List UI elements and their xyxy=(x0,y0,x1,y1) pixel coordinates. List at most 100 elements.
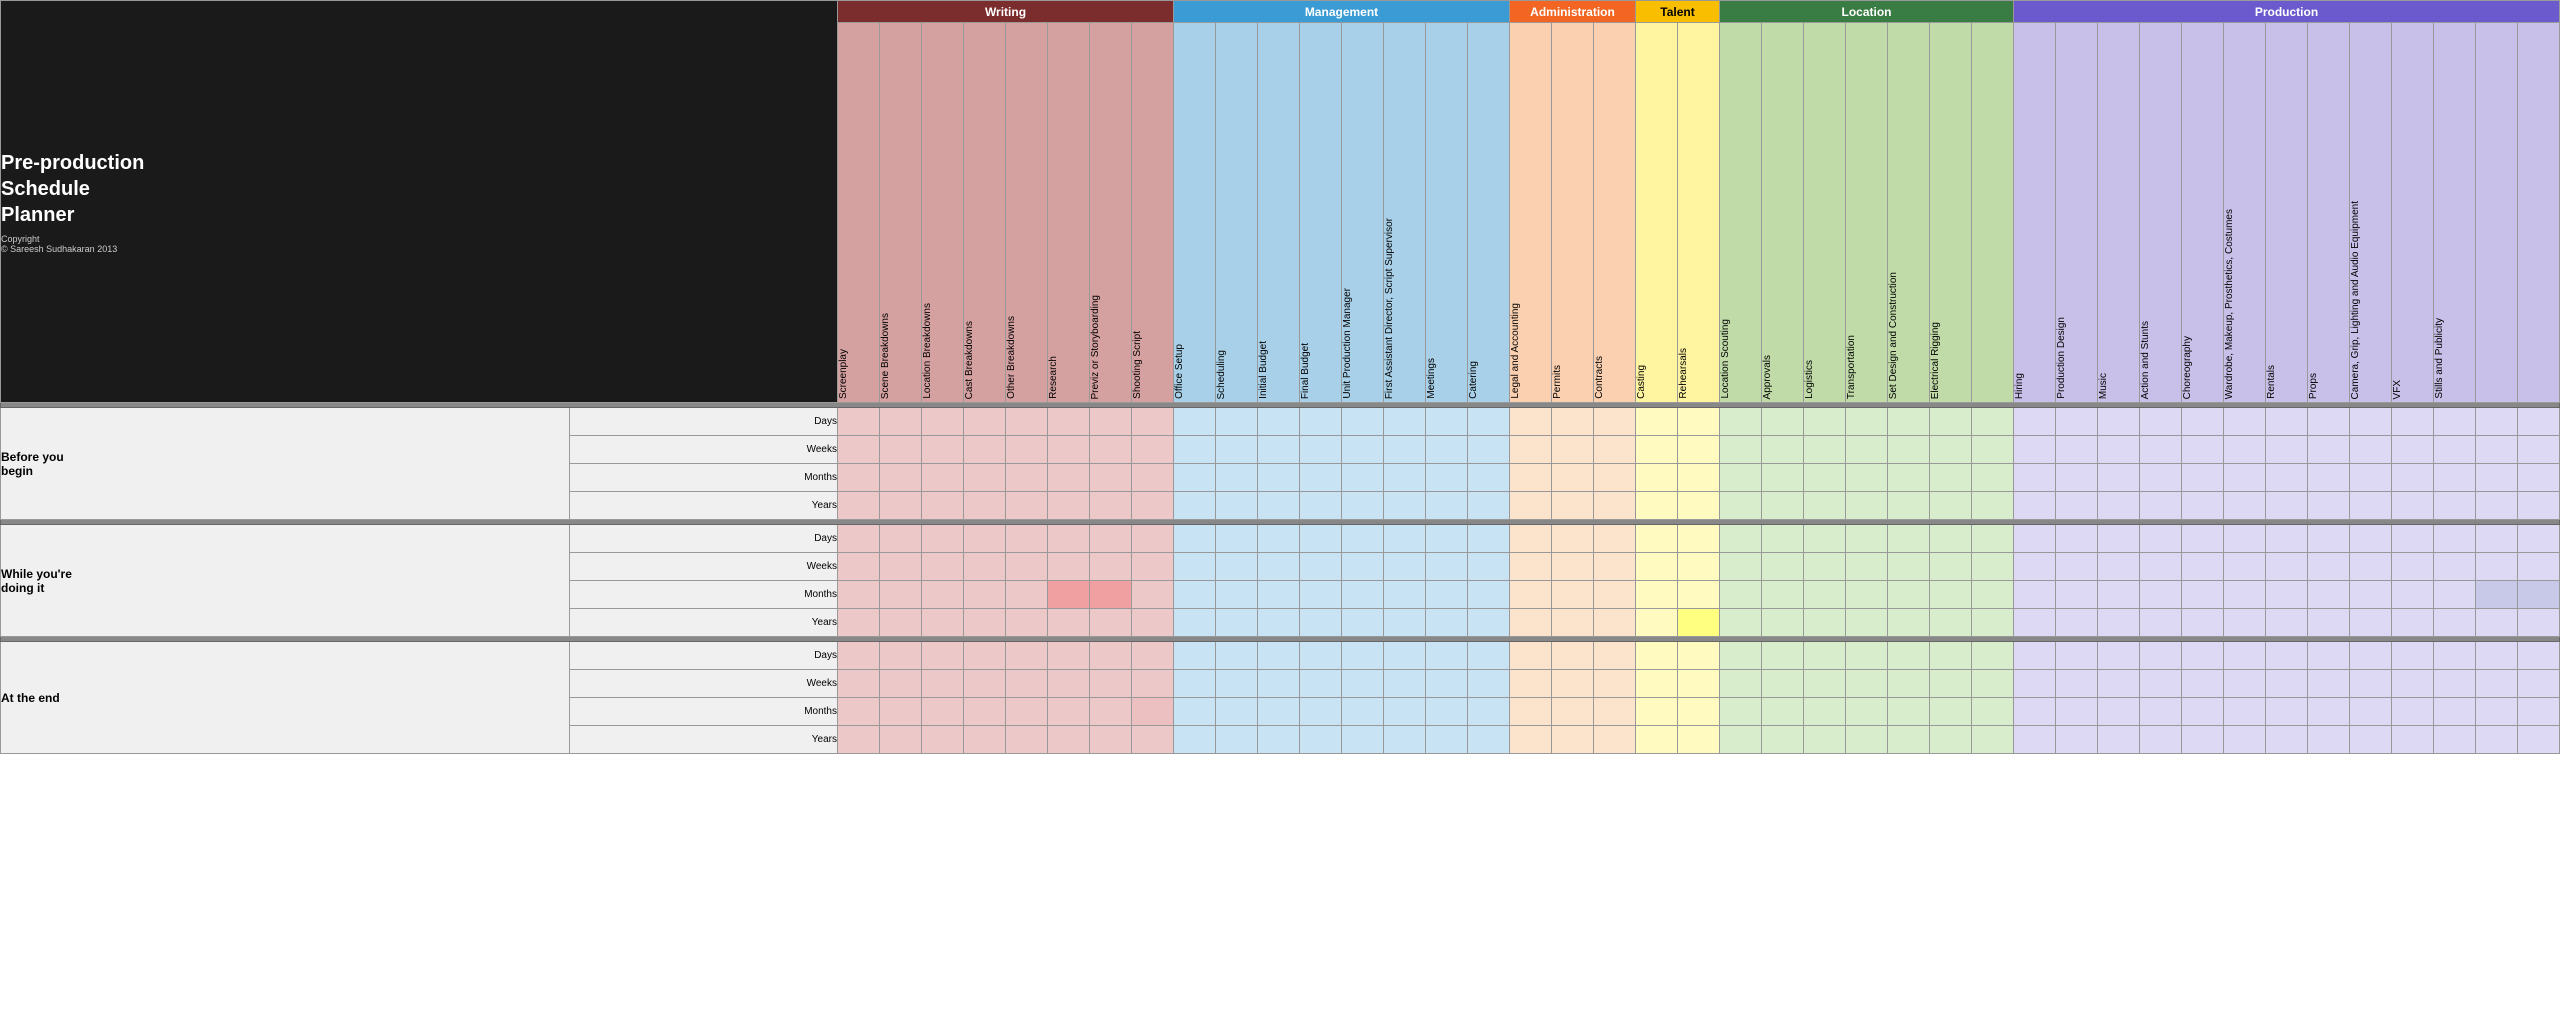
dc-ey-38[interactable] xyxy=(2392,726,2434,754)
dc-by-18[interactable] xyxy=(1552,492,1594,520)
dc-bw-27[interactable] xyxy=(1930,436,1972,464)
dc-by-1[interactable] xyxy=(838,492,880,520)
dc-ed-8[interactable] xyxy=(1132,642,1174,670)
dc-ed-17[interactable] xyxy=(1510,642,1552,670)
dc-bw-9[interactable] xyxy=(1174,436,1216,464)
dc-wd-8[interactable] xyxy=(1132,525,1174,553)
dc-em-31[interactable] xyxy=(2098,698,2140,726)
dc-bw-20[interactable] xyxy=(1636,436,1678,464)
dc-bw-4[interactable] xyxy=(964,436,1006,464)
dc-bm-7[interactable] xyxy=(1090,464,1132,492)
dc-bm-29[interactable] xyxy=(2014,464,2056,492)
dc-ed-33[interactable] xyxy=(2182,642,2224,670)
dc-by-35[interactable] xyxy=(2266,492,2308,520)
dc-wy-22[interactable] xyxy=(1720,609,1762,637)
dc-by-4[interactable] xyxy=(964,492,1006,520)
dc-before-days-13[interactable] xyxy=(1342,408,1384,436)
dc-wd-22[interactable] xyxy=(1720,525,1762,553)
dc-wm-2[interactable] xyxy=(880,581,922,609)
dc-bm-37[interactable] xyxy=(2350,464,2392,492)
dc-wd-36[interactable] xyxy=(2308,525,2350,553)
dc-wy-6[interactable] xyxy=(1048,609,1090,637)
dc-ew-6[interactable] xyxy=(1048,670,1090,698)
dc-wy-14[interactable] xyxy=(1384,609,1426,637)
dc-ed-12[interactable] xyxy=(1300,642,1342,670)
dc-ew-26[interactable] xyxy=(1888,670,1930,698)
dc-wy-5[interactable] xyxy=(1006,609,1048,637)
dc-bm-32[interactable] xyxy=(2140,464,2182,492)
dc-before-days-4[interactable] xyxy=(964,408,1006,436)
dc-by-16[interactable] xyxy=(1468,492,1510,520)
dc-ed-24[interactable] xyxy=(1804,642,1846,670)
dc-ww-3[interactable] xyxy=(922,553,964,581)
dc-em-38[interactable] xyxy=(2392,698,2434,726)
dc-bm-24[interactable] xyxy=(1804,464,1846,492)
dc-wy-30[interactable] xyxy=(2056,609,2098,637)
dc-bm-8[interactable] xyxy=(1132,464,1174,492)
dc-by-38[interactable] xyxy=(2392,492,2434,520)
dc-ed-36[interactable] xyxy=(2308,642,2350,670)
dc-bw-32[interactable] xyxy=(2140,436,2182,464)
dc-bw-36[interactable] xyxy=(2308,436,2350,464)
dc-ed-34[interactable] xyxy=(2224,642,2266,670)
dc-ey-11[interactable] xyxy=(1258,726,1300,754)
dc-wm-26[interactable] xyxy=(1888,581,1930,609)
dc-wd-11[interactable] xyxy=(1258,525,1300,553)
dc-ey-35[interactable] xyxy=(2266,726,2308,754)
dc-by-22[interactable] xyxy=(1720,492,1762,520)
dc-wm-11[interactable] xyxy=(1258,581,1300,609)
dc-bw-34[interactable] xyxy=(2224,436,2266,464)
dc-ed-31[interactable] xyxy=(2098,642,2140,670)
dc-bm-3[interactable] xyxy=(922,464,964,492)
dc-em-9[interactable] xyxy=(1174,698,1216,726)
dc-wd-35[interactable] xyxy=(2266,525,2308,553)
dc-ey-24[interactable] xyxy=(1804,726,1846,754)
dc-wm-19[interactable] xyxy=(1594,581,1636,609)
dc-bw-17[interactable] xyxy=(1510,436,1552,464)
dc-em-21[interactable] xyxy=(1678,698,1720,726)
dc-ew-11[interactable] xyxy=(1258,670,1300,698)
dc-ew-30[interactable] xyxy=(2056,670,2098,698)
dc-before-days-25[interactable] xyxy=(1846,408,1888,436)
dc-wd-28[interactable] xyxy=(1972,525,2014,553)
dc-em-13[interactable] xyxy=(1342,698,1384,726)
dc-wy-34[interactable] xyxy=(2224,609,2266,637)
dc-wm-27[interactable] xyxy=(1930,581,1972,609)
dc-wy-32[interactable] xyxy=(2140,609,2182,637)
dc-before-days-26[interactable] xyxy=(1888,408,1930,436)
dc-before-days-24[interactable] xyxy=(1804,408,1846,436)
dc-em-14[interactable] xyxy=(1384,698,1426,726)
dc-ww-23[interactable] xyxy=(1762,553,1804,581)
dc-wd-32[interactable] xyxy=(2140,525,2182,553)
dc-bm-9[interactable] xyxy=(1174,464,1216,492)
dc-wy-10[interactable] xyxy=(1216,609,1258,637)
dc-ww-1[interactable] xyxy=(838,553,880,581)
dc-by-34[interactable] xyxy=(2224,492,2266,520)
dc-bw-39[interactable] xyxy=(2434,436,2476,464)
dc-by-2[interactable] xyxy=(880,492,922,520)
dc-ww-29[interactable] xyxy=(2014,553,2056,581)
dc-em-18[interactable] xyxy=(1552,698,1594,726)
dc-em-23[interactable] xyxy=(1762,698,1804,726)
dc-ew-5[interactable] xyxy=(1006,670,1048,698)
dc-wd-9[interactable] xyxy=(1174,525,1216,553)
dc-by-28[interactable] xyxy=(1972,492,2014,520)
dc-wm-34[interactable] xyxy=(2224,581,2266,609)
dc-ew-32[interactable] xyxy=(2140,670,2182,698)
dc-ew-23[interactable] xyxy=(1762,670,1804,698)
dc-wm-12[interactable] xyxy=(1300,581,1342,609)
dc-ed-26[interactable] xyxy=(1888,642,1930,670)
dc-bw-13[interactable] xyxy=(1342,436,1384,464)
dc-wy-31[interactable] xyxy=(2098,609,2140,637)
dc-before-days-34[interactable] xyxy=(2224,408,2266,436)
dc-ww-40[interactable] xyxy=(2476,553,2518,581)
dc-before-days-41[interactable] xyxy=(2518,408,2560,436)
dc-ed-11[interactable] xyxy=(1258,642,1300,670)
dc-before-days-21[interactable] xyxy=(1678,408,1720,436)
dc-ew-12[interactable] xyxy=(1300,670,1342,698)
dc-ew-38[interactable] xyxy=(2392,670,2434,698)
dc-bw-40[interactable] xyxy=(2476,436,2518,464)
dc-bm-12[interactable] xyxy=(1300,464,1342,492)
dc-ey-18[interactable] xyxy=(1552,726,1594,754)
dc-ew-39[interactable] xyxy=(2434,670,2476,698)
